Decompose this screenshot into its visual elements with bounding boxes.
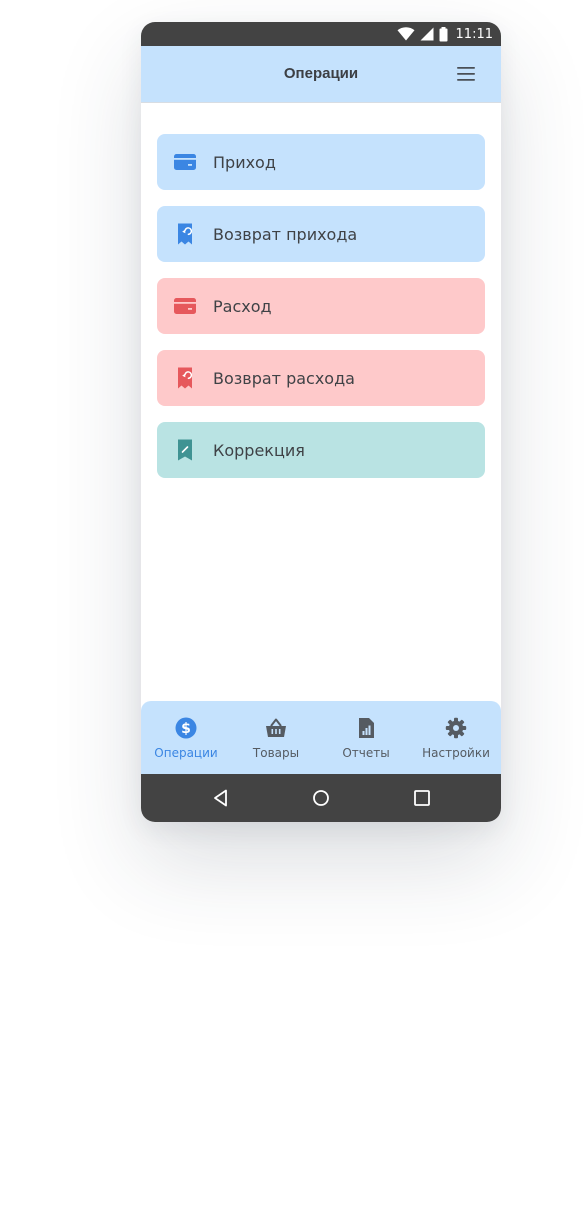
report-document-icon: [359, 718, 374, 738]
wifi-icon: [397, 27, 415, 41]
status-time: 11:11: [455, 26, 493, 42]
operations-list: Приход Возврат прихода Расход Возврат ра…: [157, 134, 485, 494]
card-icon: [174, 154, 196, 170]
nav-tab-reports[interactable]: Отчеты: [321, 701, 411, 774]
card-icon: [174, 298, 196, 314]
operation-label: Расход: [213, 296, 272, 316]
gear-icon: [445, 717, 467, 739]
back-icon[interactable]: [211, 788, 231, 808]
nav-tab-settings[interactable]: Настройки: [411, 701, 501, 774]
hamburger-menu-icon[interactable]: [457, 66, 475, 82]
operation-label: Коррекция: [213, 440, 305, 460]
battery-icon: [439, 26, 448, 41]
receipt-return-icon: [178, 367, 193, 389]
dollar-circle-icon: $: [175, 717, 197, 739]
operation-label: Возврат расхода: [213, 368, 355, 388]
app-header: Операции: [141, 46, 501, 103]
operation-income-button[interactable]: Приход: [157, 134, 485, 190]
receipt-return-icon: [178, 223, 193, 245]
status-icons: 11:11: [397, 22, 493, 46]
cellular-signal-icon: [420, 27, 434, 41]
home-icon[interactable]: [311, 788, 331, 808]
receipt-edit-icon: [178, 439, 192, 461]
recents-icon[interactable]: [412, 788, 432, 808]
bottom-navigation: $ Операции Товары Отчеты Настройки: [141, 701, 501, 774]
nav-label: Отчеты: [342, 746, 390, 760]
operation-expense-return-button[interactable]: Возврат расхода: [157, 350, 485, 406]
operation-correction-button[interactable]: Коррекция: [157, 422, 485, 478]
operation-label: Приход: [213, 152, 276, 172]
nav-label: Операции: [154, 746, 218, 760]
phone-frame: 11:11 Операции Приход Возврат прихода Ра…: [141, 22, 501, 822]
basket-icon: [266, 718, 286, 737]
page-title: Операции: [283, 65, 359, 82]
operation-label: Возврат прихода: [213, 224, 358, 244]
nav-tab-products[interactable]: Товары: [231, 701, 321, 774]
nav-label: Товары: [252, 746, 300, 760]
nav-label: Настройки: [422, 746, 490, 760]
operation-expense-button[interactable]: Расход: [157, 278, 485, 334]
svg-text:$: $: [181, 721, 191, 737]
status-bar: 11:11: [141, 22, 501, 46]
operation-income-return-button[interactable]: Возврат прихода: [157, 206, 485, 262]
nav-tab-operations[interactable]: $ Операции: [141, 701, 231, 774]
system-navigation-bar: [141, 774, 501, 822]
